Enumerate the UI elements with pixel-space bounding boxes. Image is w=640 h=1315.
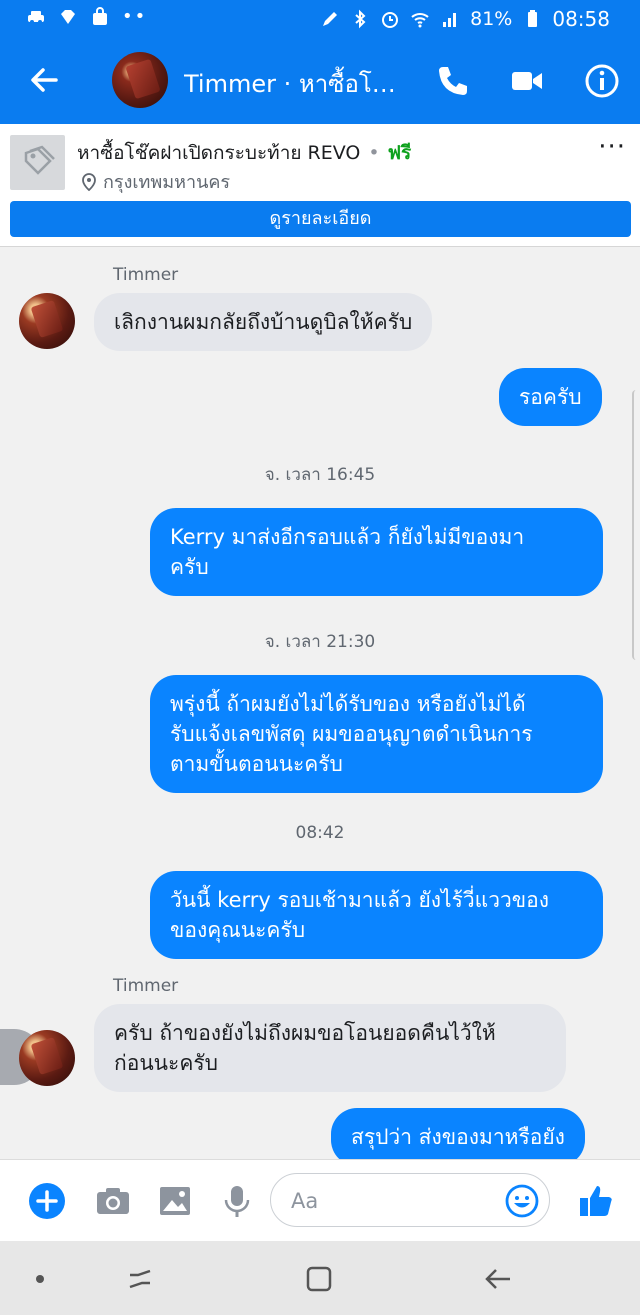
wifi-icon [411,13,429,28]
timestamp: จ. เวลา 16:45 [264,465,376,485]
message-composer [0,1159,640,1242]
message-line: ก่อนนะครับ [114,1051,218,1075]
message-line: ครับ ถ้าของยังไม่ถึงผมขอโอนยอดคืนไว้ให้ [114,1021,496,1045]
sender-avatar[interactable] [19,1030,75,1086]
video-icon[interactable] [508,62,546,100]
location-pin-icon [82,172,96,191]
incoming-message[interactable]: เลิกงานผมกลัยถึงบ้านดูบิลให้ครับ [94,293,433,351]
gallery-icon[interactable] [156,1182,194,1220]
back-icon[interactable] [482,1263,514,1295]
listing-title-row[interactable]: หาซื้อโช๊คฝาเปิดกระบะท้าย REVO • ฟรี [77,138,411,168]
outgoing-message[interactable]: Kerry มาส่งอีกรอบแล้ว ก็ยังไม่มีของมา คร… [150,508,603,596]
message-input[interactable] [289,1186,493,1216]
pen-icon [323,12,338,26]
camera-icon[interactable] [94,1182,132,1220]
car-icon [28,10,44,24]
plus-icon[interactable] [28,1182,66,1220]
clock: 08:58 [552,7,610,31]
message-line: วันนี้ kerry รอบเช้ามาแล้ว ยังไร้วี่แววข… [170,888,549,912]
alarm-icon [382,12,399,28]
thumbs-up-icon[interactable] [577,1182,615,1220]
microphone-icon[interactable] [218,1182,256,1220]
listing-location: กรุงเทพมหานคร [79,167,230,196]
outgoing-message[interactable]: พรุ่งนี้ ถ้าผมยังไม่ได้รับของ หรือยังไม่… [150,675,603,793]
battery-icon [528,10,538,27]
tag-icon [24,145,55,175]
more-options-icon[interactable]: ··· [598,132,626,162]
message-line: รับแจ้งเลขพัสดุ ผมขออนุญาตดำเนินการ [170,722,533,746]
conversation-header: Timmer · หาซื้อโช๊... [0,38,640,124]
incoming-message[interactable]: ครับ ถ้าของยังไม่ถึงผมขอโอนยอดคืนไว้ให้ … [94,1004,566,1092]
message-line: ของคุณนะครับ [170,918,306,942]
timestamp: จ. เวลา 21:30 [264,632,376,652]
phone-icon[interactable] [434,62,472,100]
timestamp: 08:42 [295,823,345,843]
listing-title: หาซื้อโช๊คฝาเปิดกระบะท้าย REVO [77,142,361,164]
home-icon[interactable] [303,1263,335,1295]
sender-avatar[interactable] [19,293,75,349]
view-details-button[interactable]: ดูรายละเอียด [10,201,631,237]
conversation-title[interactable]: Timmer · หาซื้อโช๊... [184,64,399,103]
marketplace-listing-card: หาซื้อโช๊คฝาเปิดกระบะท้าย REVO • ฟรี กรุงเ… [0,124,640,247]
diamond-icon [61,9,75,24]
home-dot-icon[interactable] [24,1263,56,1295]
system-navigation-bar [0,1241,640,1315]
sender-name: Timmer [113,976,179,996]
recent-apps-icon[interactable] [124,1263,156,1295]
listing-price: ฟรี [387,142,412,164]
outgoing-message[interactable]: สรุปว่า ส่งของมาหรือยัง [331,1108,585,1159]
message-line: ตามขั้นตอนนะครับ [170,752,343,776]
outgoing-message[interactable]: รอครับ [499,368,602,426]
scrollbar[interactable] [632,390,640,660]
battery-percent: 81% [470,8,513,30]
location-text: กรุงเทพมหานคร [103,172,231,193]
separator: • [368,142,380,164]
message-line: ครับ [170,555,209,579]
contact-avatar[interactable] [112,52,168,108]
more-dots-icon: •• [122,6,148,27]
signal-icon [443,13,457,27]
info-icon[interactable] [583,62,621,100]
sender-name: Timmer [113,265,179,285]
message-input-box[interactable] [270,1173,550,1227]
outgoing-message[interactable]: วันนี้ kerry รอบเช้ามาแล้ว ยังไร้วี่แววข… [150,871,603,959]
emoji-icon[interactable] [505,1184,539,1218]
message-line: Kerry มาส่งอีกรอบแล้ว ก็ยังไม่มีของมา [170,525,525,549]
message-line: พรุ่งนี้ ถ้าผมยังไม่ได้รับของ หรือยังไม่… [170,692,526,716]
shopping-bag-icon [93,6,107,25]
bluetooth-icon [355,9,366,29]
listing-thumbnail[interactable] [10,135,65,190]
status-bar: •• 81% 08:58 [0,0,640,38]
message-list[interactable]: Timmer เลิกงานผมกลัยถึงบ้านดูบิลให้ครับ … [0,247,640,1159]
back-arrow-icon[interactable] [26,62,62,98]
